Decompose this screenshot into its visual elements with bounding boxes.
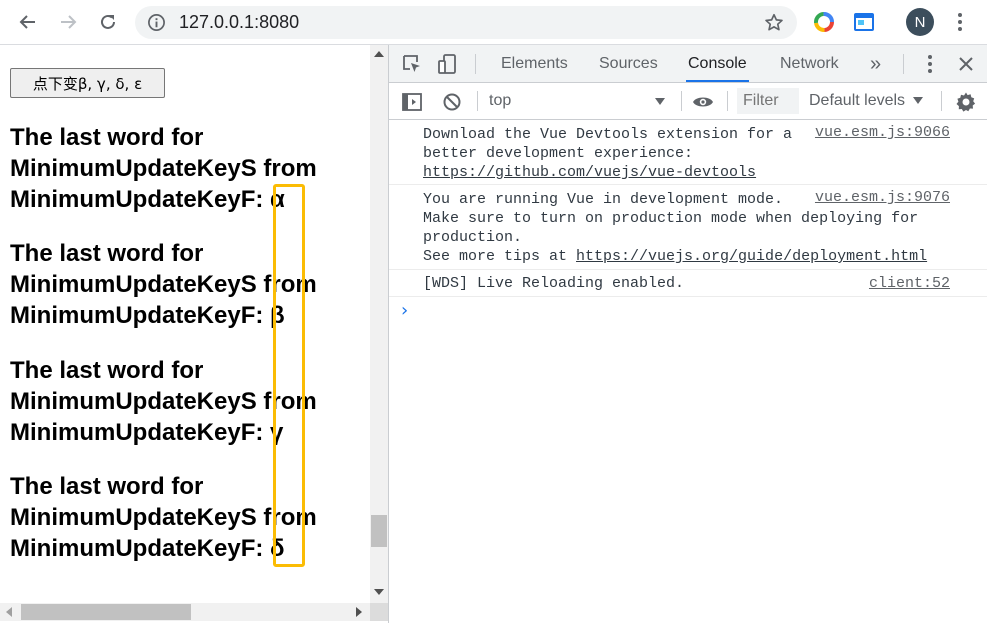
scrollbar-corner [370,603,388,621]
context-select[interactable]: top [489,92,511,110]
word-block: The last word for MinimumUpdateKeyS from… [10,471,370,564]
devtools-tabbar: Elements Sources Console Network » [389,45,987,83]
key-label: MinimumUpdateKeyF: [10,535,264,562]
console-prompt-chevron-icon[interactable]: › [401,300,408,321]
key-label: MinimumUpdateKeyF: [10,302,264,329]
tab-elements[interactable]: Elements [499,45,570,82]
back-arrow-icon [19,15,35,29]
change-letter-button[interactable]: 点下变β, γ, δ, ε [10,68,165,98]
block-line-last: MinimumUpdateKeyF: δ [10,533,370,564]
console-message: [WDS] Live Reloading enabled. client:52 [389,270,987,297]
console-message: Download the Vue Devtools extension for … [389,120,987,185]
message-source-link[interactable]: vue.esm.js:9066 [815,123,950,142]
message-source-link[interactable]: vue.esm.js:9076 [815,188,950,207]
message-link[interactable]: https://github.com/vuejs/vue-devtools [423,164,756,181]
message-line: production. [423,229,523,246]
forward-button[interactable] [54,8,82,36]
block-line: MinimumUpdateKeyS from [10,155,317,182]
toolbar-divider [475,54,476,74]
block-line-last: MinimumUpdateKeyF: γ [10,417,370,448]
page-horizontal-scrollbar[interactable] [0,603,370,621]
browser-menu-icon[interactable] [950,10,970,34]
live-expression-eye-icon[interactable] [692,91,714,113]
message-line: Make sure to turn on production mode whe… [423,210,919,227]
context-dropdown-icon[interactable] [655,98,665,105]
device-toolbar-icon[interactable] [437,53,459,75]
block-line: MinimumUpdateKeyS from [10,388,317,415]
inspect-element-icon[interactable] [401,53,423,75]
page-vertical-scrollbar[interactable] [370,45,388,603]
tab-sources[interactable]: Sources [597,45,660,82]
toolbar-divider [727,91,728,111]
key-label: MinimumUpdateKeyF: [10,186,264,213]
devtools-panel: Elements Sources Console Network » top F… [388,45,987,623]
profile-avatar[interactable]: N [906,8,934,36]
reload-button[interactable] [94,8,122,36]
message-line: better development experience: [423,145,694,162]
block-line: The last word for [10,473,204,500]
toolbar-divider [941,91,942,111]
horizontal-scroll-thumb[interactable] [21,604,191,620]
block-line: The last word for [10,357,204,384]
extension-window-icon[interactable] [852,10,876,34]
toolbar-divider [681,91,682,111]
info-icon[interactable] [147,13,166,32]
console-settings-gear-icon[interactable] [955,91,977,113]
block-line-last: MinimumUpdateKeyF: α [10,184,370,215]
address-bar[interactable]: 127.0.0.1:8080 [135,6,797,39]
browser-toolbar: 127.0.0.1:8080 N [0,0,987,45]
toolbar-divider [903,54,904,74]
console-toolbar: top Default levels [389,83,987,120]
scroll-down-arrow-icon[interactable] [374,589,384,595]
message-source-link[interactable]: client:52 [869,274,950,293]
message-text: [WDS] Live Reloading enabled. [423,274,684,293]
highlight-box [273,184,305,567]
page-viewport: 点下变β, γ, δ, ε The last word for MinimumU… [0,45,370,603]
message-line: See more tips at [423,248,577,265]
toggle-sidebar-icon[interactable] [401,91,423,113]
clear-console-icon[interactable] [441,91,463,113]
log-levels-select[interactable]: Default levels [809,92,905,110]
vertical-scroll-thumb[interactable] [371,515,387,547]
devtools-menu-icon[interactable] [919,53,941,75]
block-line: MinimumUpdateKeyS from [10,504,317,531]
key-label: MinimumUpdateKeyF: [10,419,264,446]
message-line: Download the Vue Devtools extension for … [423,126,793,143]
message-line: [WDS] Live Reloading enabled. [423,275,685,292]
word-block: The last word for MinimumUpdateKeyS from… [10,355,370,448]
scroll-right-arrow-icon[interactable] [356,607,362,617]
scroll-left-arrow-icon[interactable] [6,607,12,617]
message-link[interactable]: https://vuejs.org/guide/deployment.html [576,248,927,265]
more-tabs-button[interactable]: » [868,45,883,82]
toolbar-divider [477,91,478,111]
tab-network[interactable]: Network [778,45,841,82]
block-line: MinimumUpdateKeyS from [10,271,317,298]
console-message: You are running Vue in development mode.… [389,185,987,270]
block-line-last: MinimumUpdateKeyF: β [10,300,370,331]
log-levels-dropdown-icon[interactable] [913,97,923,104]
console-output: Download the Vue Devtools extension for … [389,120,987,623]
back-button[interactable] [14,8,42,36]
reload-icon [101,14,115,29]
block-line: The last word for [10,240,204,267]
close-devtools-icon[interactable] [955,53,977,75]
scroll-up-arrow-icon[interactable] [374,51,384,57]
url-text[interactable]: 127.0.0.1:8080 [179,12,299,33]
extension-ring-icon[interactable] [812,10,836,34]
message-text: Download the Vue Devtools extension for … [423,125,792,182]
console-filter-input[interactable] [737,88,799,114]
tab-console[interactable]: Console [686,45,749,82]
bookmark-star-icon[interactable] [763,12,785,34]
block-line: The last word for [10,124,204,151]
word-block: The last word for MinimumUpdateKeyS from… [10,238,370,331]
word-block: The last word for MinimumUpdateKeyS from… [10,122,370,215]
forward-arrow-icon [61,15,77,29]
